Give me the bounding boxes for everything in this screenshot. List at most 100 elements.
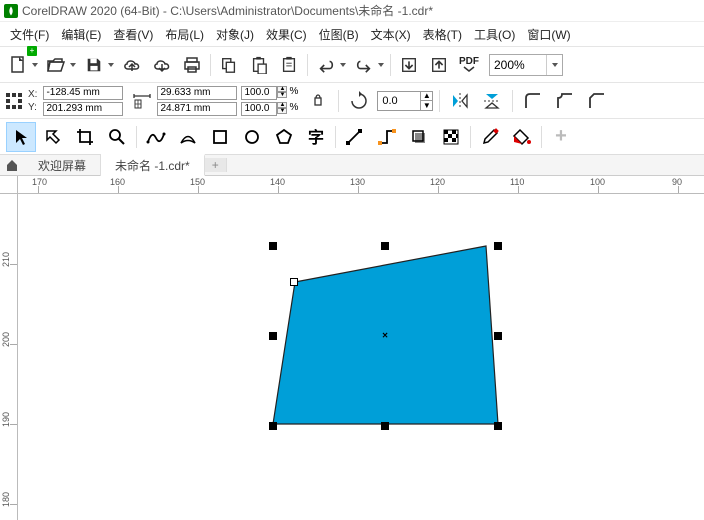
menu-bitmap[interactable]: 位图(B) [313,24,365,45]
dimension-tool[interactable] [340,122,370,152]
vertical-ruler[interactable]: 210 200 190 180 [0,194,18,520]
handle-se[interactable] [494,422,502,430]
width-input[interactable] [157,86,237,100]
redo-dropdown[interactable] [376,51,386,79]
selected-shape[interactable] [18,194,704,520]
polygon-tool[interactable] [269,122,299,152]
menu-effects[interactable]: 效果(C) [260,24,313,45]
menu-window[interactable]: 窗口(W) [521,24,576,45]
lock-ratio-button[interactable] [304,87,332,115]
handle-n[interactable] [381,242,389,250]
fill-tool[interactable] [507,122,537,152]
ellipse-tool[interactable] [237,122,267,152]
mirror-v-button[interactable] [478,87,506,115]
percent-label-2: % [287,102,300,116]
transparency-tool[interactable] [436,122,466,152]
connector-tool[interactable] [372,122,402,152]
rectangle-tool[interactable] [205,122,235,152]
import-button[interactable] [395,51,423,79]
clipboard-button[interactable] [275,51,303,79]
toolbox: 字 + [0,118,704,154]
rotation-input[interactable] [378,95,420,107]
app-icon [4,4,18,18]
save-dropdown[interactable] [106,51,116,79]
export-pdf-button[interactable]: PDF [455,51,483,79]
hruler-tick: 130 [350,177,365,187]
hruler-tick: 90 [672,177,682,187]
vruler-tick: 190 [1,412,11,427]
add-tool-button[interactable]: + [546,122,576,152]
x-input[interactable] [43,86,123,100]
mirror-h-button[interactable] [446,87,474,115]
drop-shadow-tool[interactable] [404,122,434,152]
percent-label: % [287,86,300,100]
hruler-tick: 170 [32,177,47,187]
handle-nw[interactable] [269,242,277,250]
text-tool[interactable]: 字 [301,122,331,152]
menu-view[interactable]: 查看(V) [107,24,159,45]
scale-y-input[interactable] [241,102,277,116]
copy-button[interactable] [215,51,243,79]
ruler-corner[interactable] [0,176,18,194]
save-button[interactable] [80,51,108,79]
handle-w[interactable] [269,332,277,340]
paste-button[interactable] [245,51,273,79]
rotation-up[interactable]: ▲ [420,92,432,101]
scale-x-down[interactable]: ▼ [277,92,287,98]
canvas[interactable]: × [18,194,704,520]
new-button[interactable]: + [4,51,32,79]
window-title: CorelDRAW 2020 (64-Bit) - C:\Users\Admin… [22,2,433,19]
node-nw[interactable] [290,278,298,286]
zoom-dropdown[interactable] [546,55,562,75]
menu-edit[interactable]: 编辑(E) [55,24,107,45]
handle-s[interactable] [381,422,389,430]
undo-button[interactable] [312,51,340,79]
pdf-label: PDF [459,57,479,66]
rotation-input-box[interactable]: ▲▼ [377,91,433,111]
tab-document[interactable]: 未命名 -1.cdr* [101,154,205,176]
y-input[interactable] [43,102,123,116]
scallop-corner-button[interactable] [551,87,579,115]
print-button[interactable] [178,51,206,79]
redo-button[interactable] [350,51,378,79]
zoom-input[interactable] [490,58,546,72]
menu-object[interactable]: 对象(J) [210,24,260,45]
standard-toolbar: + PDF [0,46,704,82]
selection-center[interactable]: × [382,331,388,342]
undo-dropdown[interactable] [338,51,348,79]
handle-sw[interactable] [269,422,277,430]
horizontal-ruler[interactable]: 170 160 150 140 130 120 110 100 90 [18,176,704,194]
pick-tool[interactable] [6,122,36,152]
height-input[interactable] [157,102,237,116]
crop-tool[interactable] [70,122,100,152]
menu-text[interactable]: 文本(X) [365,24,417,45]
tab-welcome[interactable]: 欢迎屏幕 [24,154,101,176]
round-corner-button[interactable] [519,87,547,115]
zoom-tool[interactable] [102,122,132,152]
menu-file[interactable]: 文件(F) [4,24,55,45]
cloud-save-button[interactable] [148,51,176,79]
open-dropdown[interactable] [68,51,78,79]
menu-tools[interactable]: 工具(O) [468,24,521,45]
zoom-level-combobox[interactable] [489,54,563,76]
tab-new[interactable]: + [205,158,227,172]
export-button[interactable] [425,51,453,79]
shape-tool[interactable] [38,122,68,152]
scale-x-input[interactable] [241,86,277,100]
handle-ne[interactable] [494,242,502,250]
chamfer-corner-button[interactable] [583,87,611,115]
vruler-tick: 180 [1,492,11,507]
eyedropper-tool[interactable] [475,122,505,152]
menu-layout[interactable]: 布局(L) [159,24,210,45]
plus-badge-icon: + [27,46,37,56]
cloud-open-button[interactable] [118,51,146,79]
freehand-tool[interactable] [141,122,171,152]
home-tab[interactable] [0,158,24,172]
artistic-media-tool[interactable] [173,122,203,152]
menu-table[interactable]: 表格(T) [417,24,468,45]
handle-e[interactable] [494,332,502,340]
rotation-down[interactable]: ▼ [420,101,432,110]
open-button[interactable] [42,51,70,79]
scale-y-down[interactable]: ▼ [277,108,287,114]
work-area: 170 160 150 140 130 120 110 100 90 210 2… [0,176,704,520]
